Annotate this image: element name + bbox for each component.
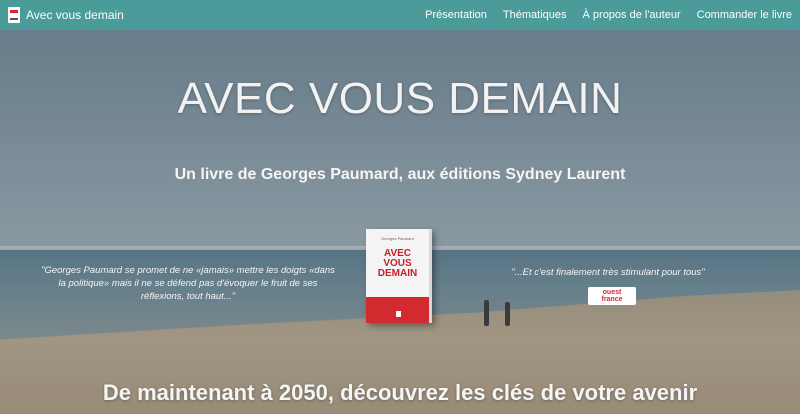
- book-logo-icon: [8, 7, 20, 23]
- press-name-line2: france: [601, 296, 623, 303]
- nav-link-thematiques[interactable]: Thématiques: [503, 9, 567, 21]
- navbar: Avec vous demain Présentation Thématique…: [0, 0, 800, 30]
- ouest-france-logo: ouest france: [588, 287, 636, 305]
- hero-background: [0, 0, 800, 414]
- nav-links: Présentation Thématiques À propos de l'a…: [425, 9, 792, 21]
- walking-figure: [484, 300, 489, 326]
- hero-tagline: De maintenant à 2050, découvrez les clés…: [102, 380, 698, 405]
- hero-title: AVEC VOUS DEMAIN: [177, 74, 623, 123]
- book-red-band: [366, 297, 429, 323]
- book-title-line2: DEMAIN: [377, 268, 418, 279]
- nav-link-presentation[interactable]: Présentation: [425, 9, 487, 21]
- press-quote-left: "Georges Paumard se promet de ne «jamais…: [41, 265, 335, 302]
- book-cover: Georges Paumard AVEC VOUS DEMAIN: [366, 229, 432, 323]
- hero-subtitle: Un livre de Georges Paumard, aux édition…: [174, 166, 626, 183]
- press-quote-right: "...Et c'est finalement très stimulant p…: [511, 267, 705, 278]
- overlay: [0, 0, 800, 414]
- nav-link-order-book[interactable]: Commander le livre: [697, 9, 792, 21]
- brand-link[interactable]: Avec vous demain: [8, 7, 124, 23]
- walking-figure: [505, 302, 510, 326]
- press-name-line1: ouest: [602, 289, 622, 296]
- publisher-logo-icon: [396, 311, 401, 317]
- book-title-line1: AVEC VOUS: [383, 248, 412, 269]
- brand-name: Avec vous demain: [26, 8, 124, 22]
- book-title: AVEC VOUS DEMAIN: [370, 249, 425, 279]
- nav-link-about-author[interactable]: À propos de l'auteur: [583, 9, 681, 21]
- book-author: Georges Paumard: [381, 236, 414, 241]
